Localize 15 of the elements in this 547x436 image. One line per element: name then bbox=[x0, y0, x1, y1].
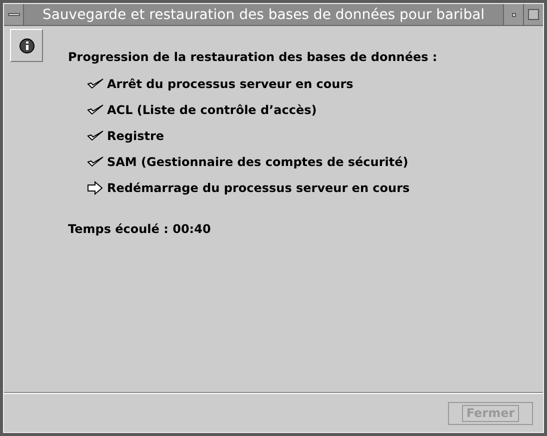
arrow-icon bbox=[87, 180, 104, 194]
step-label: Redémarrage du processus serveur en cours bbox=[107, 180, 410, 196]
info-icon bbox=[18, 38, 34, 54]
step-label: SAM (Gestionnaire des comptes de sécurité) bbox=[107, 154, 408, 170]
step-label: ACL (Liste de contrôle d’accès) bbox=[107, 102, 317, 118]
info-button[interactable] bbox=[10, 29, 43, 62]
progress-heading: Progression de la restauration des bases de données : bbox=[68, 49, 438, 66]
step-label: Registre bbox=[107, 128, 164, 144]
check-icon bbox=[87, 104, 104, 116]
check-icon bbox=[87, 78, 104, 90]
check-icon bbox=[87, 156, 104, 168]
check-icon bbox=[87, 130, 104, 142]
elapsed-time: Temps écoulé : 00:40 bbox=[68, 221, 212, 238]
window-title: Sauvegarde et restauration des bases de données pour baribal bbox=[24, 4, 503, 25]
step-label: Arrêt du processus serveur en cours bbox=[107, 76, 354, 92]
